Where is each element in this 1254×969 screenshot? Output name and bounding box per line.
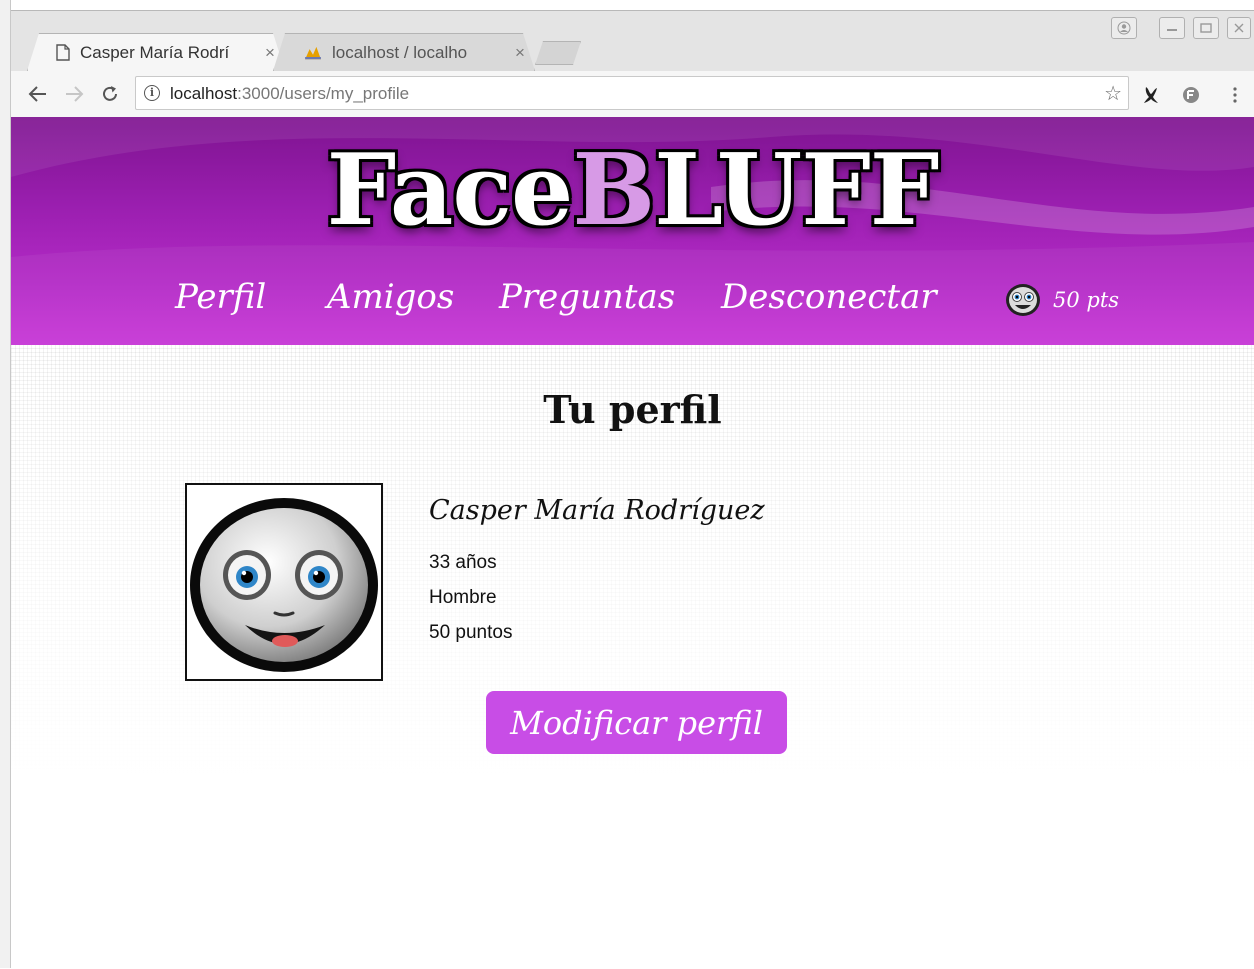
user-gender: Hombre	[429, 587, 497, 608]
user-profile-icon[interactable]	[1111, 17, 1137, 39]
address-toolbar: i localhost:3000/users/my_profile ☆	[11, 71, 1254, 118]
browser-window: Casper María Rodrí × localhost / localho…	[11, 10, 1254, 969]
user-name: Casper María Rodríguez	[429, 495, 765, 526]
bookmark-star-icon[interactable]: ☆	[1104, 81, 1122, 106]
url-host: localhost	[170, 84, 238, 103]
window-edge	[0, 0, 11, 968]
user-points: 50 puntos	[429, 622, 513, 643]
site-header: FaceBLUFF Perfil Amigos Preguntas Descon…	[11, 117, 1254, 345]
site-logo[interactable]: FaceBLUFF	[11, 133, 1254, 248]
tab-profile[interactable]: Casper María Rodrí ×	[27, 33, 285, 71]
extension-icon[interactable]	[1139, 83, 1163, 107]
main-content: Tu perfil Casper María Rodríguez 33 años…	[11, 345, 1254, 969]
nav-desconectar[interactable]: Desconectar	[721, 277, 937, 317]
close-window-icon[interactable]	[1227, 17, 1251, 39]
page-icon	[56, 44, 70, 61]
nav-preguntas[interactable]: Preguntas	[499, 277, 675, 317]
url-text: localhost:3000/users/my_profile	[170, 84, 409, 104]
nav-perfil[interactable]: Perfil	[175, 277, 266, 317]
smiley-icon	[1006, 284, 1040, 316]
minimize-icon[interactable]	[1159, 17, 1185, 39]
forward-arrow-icon[interactable]	[61, 81, 87, 107]
tab-phpmyadmin[interactable]: localhost / localho ×	[273, 33, 535, 71]
address-bar[interactable]: i localhost:3000/users/my_profile ☆	[135, 76, 1129, 110]
tab-title: localhost / localho	[332, 42, 468, 62]
edit-profile-button[interactable]: Modificar perfil	[486, 691, 787, 754]
page-title: Tu perfil	[543, 387, 722, 432]
tab-title: Casper María Rodrí	[80, 42, 230, 62]
nav-amigos[interactable]: Amigos	[327, 277, 454, 317]
logo-part-1: Face	[326, 133, 574, 248]
reload-icon[interactable]	[97, 81, 123, 107]
score-display: 50 pts	[1005, 283, 1119, 317]
new-tab-button[interactable]	[535, 41, 581, 65]
logo-accent: B	[572, 133, 655, 248]
avatar	[185, 483, 383, 681]
menu-dots-icon[interactable]	[1223, 83, 1247, 107]
close-icon[interactable]: ×	[506, 43, 534, 63]
tab-strip: Casper María Rodrí × localhost / localho…	[11, 11, 1254, 71]
user-age: 33 años	[429, 552, 497, 573]
back-arrow-icon[interactable]	[25, 81, 51, 107]
smiley-avatar-icon	[190, 498, 378, 672]
logo-part-2: LUFF	[654, 133, 939, 248]
url-path: :3000/users/my_profile	[237, 84, 410, 103]
maximize-icon[interactable]	[1193, 17, 1219, 39]
info-icon[interactable]: i	[144, 85, 160, 101]
phpmyadmin-icon	[305, 46, 321, 60]
ghostery-icon[interactable]	[1179, 83, 1203, 107]
score-text: 50 pts	[1053, 288, 1120, 312]
